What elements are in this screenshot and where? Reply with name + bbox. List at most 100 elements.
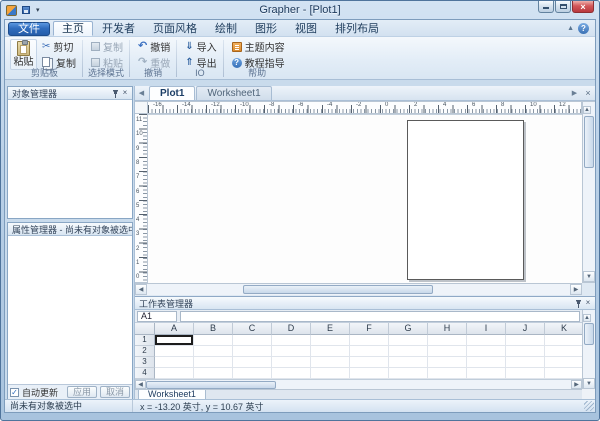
worksheet-cell[interactable] bbox=[350, 357, 389, 368]
worksheet-cell[interactable] bbox=[389, 346, 428, 357]
column-header[interactable]: K bbox=[545, 323, 582, 335]
tab-plot1[interactable]: Plot1 bbox=[149, 86, 195, 100]
titlebar[interactable]: ▾ Grapher - [Plot1] × bbox=[1, 1, 599, 19]
save-icon[interactable] bbox=[19, 4, 32, 16]
import-button[interactable]: ⇓导入 bbox=[182, 39, 219, 54]
ribbon-tab-graph[interactable]: 图形 bbox=[246, 21, 286, 36]
worksheet-vertical-scrollbar[interactable]: ▲ ▼ bbox=[582, 310, 595, 389]
cancel-button[interactable]: 取消 bbox=[100, 386, 130, 398]
property-manager-titlebar[interactable]: 属性管理器 - 尚未有对象被选中 × bbox=[8, 223, 132, 236]
row-header[interactable]: 1 bbox=[135, 335, 155, 346]
apply-button[interactable]: 应用 bbox=[67, 386, 97, 398]
scroll-up-icon[interactable]: ▲ bbox=[583, 106, 591, 114]
plot-canvas[interactable] bbox=[148, 114, 582, 283]
worksheet-cell[interactable] bbox=[194, 357, 233, 368]
paste-button[interactable]: 粘贴 bbox=[10, 39, 37, 70]
worksheet-cell[interactable] bbox=[350, 346, 389, 357]
worksheet-cell[interactable] bbox=[233, 357, 272, 368]
worksheet-cell[interactable] bbox=[194, 346, 233, 357]
scrollbar-thumb[interactable] bbox=[584, 323, 594, 345]
canvas-vertical-scrollbar[interactable]: ▲ ▼ bbox=[582, 101, 595, 283]
worksheet-cell[interactable] bbox=[194, 368, 233, 379]
scrollbar-thumb[interactable] bbox=[243, 285, 433, 294]
column-header[interactable]: D bbox=[272, 323, 311, 335]
worksheet-cell[interactable] bbox=[467, 335, 506, 346]
worksheet-cell[interactable] bbox=[389, 357, 428, 368]
close-button[interactable]: × bbox=[572, 1, 594, 13]
select-mode-copy-button[interactable]: 复制 bbox=[88, 39, 126, 54]
cell-reference-box[interactable]: A1 bbox=[137, 311, 177, 322]
theme-content-button[interactable]: 主题内容 bbox=[229, 39, 288, 54]
auto-update-checkbox[interactable] bbox=[10, 388, 19, 397]
worksheet-cell[interactable] bbox=[506, 335, 545, 346]
worksheet-cell[interactable] bbox=[467, 368, 506, 379]
tab-worksheet1[interactable]: Worksheet1 bbox=[196, 86, 271, 100]
worksheet-cell[interactable] bbox=[545, 357, 582, 368]
worksheet-cell[interactable] bbox=[467, 346, 506, 357]
column-header[interactable]: A bbox=[155, 323, 194, 335]
ribbon-tab-view[interactable]: 视图 bbox=[286, 21, 326, 36]
worksheet-cell[interactable] bbox=[428, 368, 467, 379]
worksheet-cell[interactable] bbox=[545, 368, 582, 379]
cut-button[interactable]: ✂剪切 bbox=[39, 39, 79, 54]
worksheet-cell[interactable] bbox=[233, 368, 272, 379]
row-header[interactable]: 3 bbox=[135, 357, 155, 368]
worksheet-cell[interactable] bbox=[233, 335, 272, 346]
undo-button[interactable]: ↶撤销 bbox=[135, 39, 173, 54]
worksheet-cell[interactable] bbox=[545, 335, 582, 346]
worksheet-horizontal-scrollbar[interactable]: ◀ ▶ bbox=[135, 379, 582, 389]
worksheet-cell[interactable] bbox=[155, 335, 194, 346]
worksheet-cell[interactable] bbox=[389, 335, 428, 346]
scroll-left-icon[interactable]: ◀ bbox=[135, 284, 147, 295]
worksheet-cell[interactable] bbox=[233, 346, 272, 357]
ribbon-tab-developer[interactable]: 开发者 bbox=[93, 21, 144, 36]
ribbon-tab-arrange[interactable]: 排列布局 bbox=[326, 21, 388, 36]
maximize-button[interactable] bbox=[555, 1, 571, 13]
column-header[interactable]: C bbox=[233, 323, 272, 335]
worksheet-cell[interactable] bbox=[350, 368, 389, 379]
worksheet-manager-titlebar[interactable]: 工作表管理器 × bbox=[135, 297, 595, 310]
close-panel-icon[interactable]: × bbox=[120, 87, 130, 99]
worksheet-cell[interactable] bbox=[311, 346, 350, 357]
worksheet-cell[interactable] bbox=[272, 335, 311, 346]
row-header[interactable]: 2 bbox=[135, 346, 155, 357]
worksheet-cell[interactable] bbox=[272, 357, 311, 368]
worksheet-cell[interactable] bbox=[155, 357, 194, 368]
column-header[interactable]: B bbox=[194, 323, 233, 335]
minimize-button[interactable] bbox=[538, 1, 554, 13]
worksheet-cell[interactable] bbox=[311, 357, 350, 368]
worksheet-cell[interactable] bbox=[428, 357, 467, 368]
property-manager-body[interactable] bbox=[8, 236, 132, 384]
minimize-ribbon-icon[interactable]: ▲ bbox=[567, 25, 574, 32]
doc-tab-close-icon[interactable]: × bbox=[581, 88, 595, 98]
pin-icon[interactable] bbox=[573, 298, 583, 308]
file-menu-button[interactable]: 文件 bbox=[8, 22, 50, 36]
column-header[interactable]: I bbox=[467, 323, 506, 335]
column-header[interactable]: G bbox=[389, 323, 428, 335]
scroll-right-icon[interactable]: ▶ bbox=[571, 380, 582, 389]
scrollbar-thumb[interactable] bbox=[584, 116, 594, 168]
worksheet-cell[interactable] bbox=[506, 357, 545, 368]
qat-dropdown-icon[interactable]: ▾ bbox=[34, 6, 42, 14]
canvas-horizontal-scrollbar[interactable]: ◀ ▶ bbox=[135, 283, 582, 295]
worksheet-cell[interactable] bbox=[194, 335, 233, 346]
worksheet-cell[interactable] bbox=[311, 335, 350, 346]
worksheet-cell[interactable] bbox=[389, 368, 428, 379]
ribbon-tab-home[interactable]: 主页 bbox=[53, 21, 93, 36]
worksheet-cell[interactable] bbox=[350, 335, 389, 346]
worksheet-cell[interactable] bbox=[155, 368, 194, 379]
scroll-down-icon[interactable]: ▼ bbox=[583, 378, 595, 389]
worksheet-cell[interactable] bbox=[506, 346, 545, 357]
page-outline[interactable] bbox=[407, 120, 524, 280]
doc-tab-scroll-right-icon[interactable]: ▶ bbox=[568, 89, 581, 97]
ribbon-tab-draw[interactable]: 绘制 bbox=[206, 21, 246, 36]
resize-grip[interactable] bbox=[584, 401, 594, 411]
close-panel-icon[interactable]: × bbox=[583, 297, 593, 309]
object-manager-tree[interactable] bbox=[8, 100, 132, 218]
worksheet-cell[interactable] bbox=[545, 346, 582, 357]
help-icon[interactable]: ? bbox=[578, 23, 589, 34]
worksheet-cell[interactable] bbox=[467, 357, 506, 368]
worksheet-cell[interactable] bbox=[272, 346, 311, 357]
scroll-left-icon[interactable]: ◀ bbox=[135, 380, 146, 389]
worksheet-cell[interactable] bbox=[506, 368, 545, 379]
